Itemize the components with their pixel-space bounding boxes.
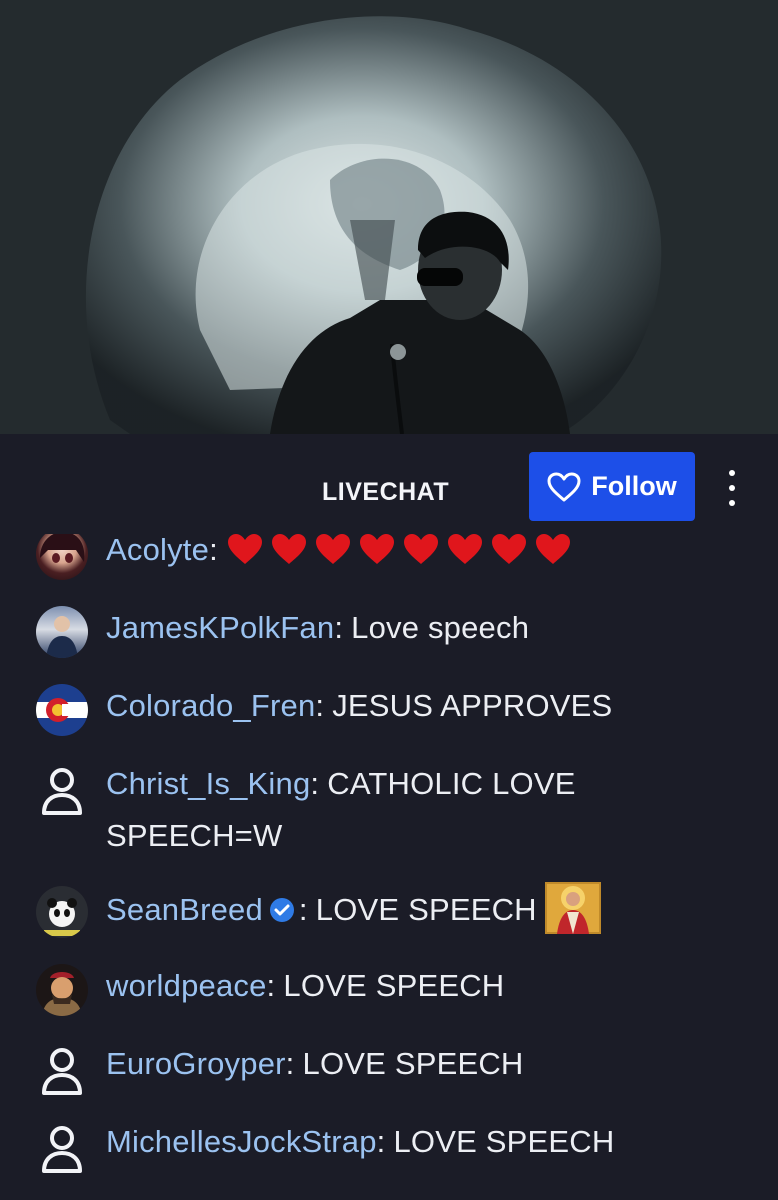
colon: : [298,892,308,927]
username[interactable]: EuroGroyper [106,1046,286,1081]
chat-title: LIVECHAT [322,478,450,506]
username[interactable]: SeanBreed [106,892,263,927]
avatar[interactable] [36,606,88,658]
username[interactable]: Acolyte [106,534,209,567]
user-icon[interactable] [40,1124,84,1174]
user-icon[interactable] [40,1046,84,1096]
chat-message-list[interactable]: Acolyte: JamesKPolkFan: Love speech Colo… [0,534,778,1200]
christ-icon-emote [544,882,601,934]
message-body: JamesKPolkFan: Love speech [106,602,666,654]
message-body: MichellesJockStrap: LOVE SPEECH [106,1116,756,1168]
colorado-flag-icon [36,684,88,736]
colon: : [310,766,320,801]
message-body: Acolyte: [106,534,666,582]
colon: : [315,688,325,723]
colon: : [334,610,344,645]
username[interactable]: JamesKPolkFan [106,610,334,645]
video-player[interactable] [0,0,778,434]
follow-button[interactable]: Follow [529,452,695,521]
hearts-row [227,534,570,564]
message-text: JESUS APPROVES [332,688,613,723]
message-body: EuroGroyper: LOVE SPEECH [106,1038,666,1090]
panda-avatar-icon [44,898,80,936]
video-frame [0,0,778,434]
message-body: SeanBreed : LOVE SPEECH [106,882,666,936]
username[interactable]: worldpeace [106,968,267,1003]
colon: : [285,1046,295,1081]
message-text: Love speech [351,610,530,645]
colon: : [266,968,276,1003]
message-text: LOVE SPEECH [315,892,537,927]
user-icon[interactable] [40,766,84,816]
follow-label: Follow [591,471,677,501]
anime-avatar-icon [40,534,85,563]
heart-outline-icon [547,472,581,501]
avatar[interactable] [36,886,88,938]
photo-avatar-icon [46,616,78,658]
kebab-menu-icon[interactable] [722,470,742,506]
cartoon-avatar-icon [42,972,82,1016]
red-hearts-emote [226,534,586,582]
message-body: worldpeace: LOVE SPEECH [106,960,666,1012]
avatar[interactable] [36,684,88,736]
username[interactable]: Colorado_Fren [106,688,315,723]
message-text: LOVE SPEECH [283,968,505,1003]
colon: : [376,1124,386,1159]
message-text: LOVE SPEECH [302,1046,524,1081]
message-body: Colorado_Fren: JESUS APPROVES [106,680,666,732]
colon: : [209,534,218,567]
username[interactable]: MichellesJockStrap [106,1124,377,1159]
message-text: LOVE SPEECH [393,1124,615,1159]
message-body: Christ_Is_King: CATHOLIC LOVE SPEECH=W [106,758,626,862]
verified-icon [269,898,294,922]
username[interactable]: Christ_Is_King [106,766,310,801]
avatar[interactable] [36,964,88,1016]
avatar[interactable] [36,534,88,580]
